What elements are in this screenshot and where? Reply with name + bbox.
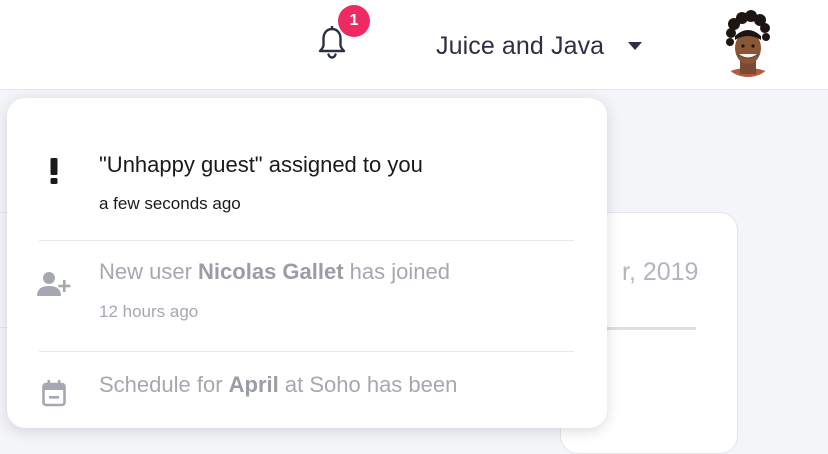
notification-title-prefix: Schedule for — [99, 372, 229, 397]
notification-item[interactable]: "Unhappy guest" assigned to you a few se… — [7, 98, 607, 240]
notification-title-prefix: New user — [99, 259, 199, 284]
calendar-icon — [37, 378, 71, 408]
top-navigation-bar: 1 Juice and Java — [0, 0, 828, 90]
notification-time: a few seconds ago — [99, 194, 241, 213]
user-avatar[interactable] — [718, 6, 778, 78]
background-divider — [600, 327, 696, 330]
notification-month: April — [228, 372, 279, 397]
user-plus-icon — [37, 269, 71, 299]
organization-name: Juice and Java — [436, 31, 605, 60]
organization-switcher[interactable]: Juice and Java — [436, 28, 643, 64]
notification-title-suffix: at Soho has been — [278, 372, 458, 397]
avatar-image — [719, 10, 777, 77]
notification-title-suffix: has joined — [343, 259, 450, 284]
notification-user-name: Nicolas Gallet — [198, 259, 344, 284]
notification-count-badge: 1 — [338, 5, 370, 37]
notification-item[interactable]: Schedule for April at Soho has been — [7, 352, 607, 432]
chevron-down-icon — [628, 42, 643, 50]
notification-time: 12 hours ago — [99, 302, 199, 321]
background-date-text: r, 2019 — [622, 258, 699, 286]
notification-title: "Unhappy guest" assigned to you — [99, 152, 423, 177]
notification-title: Schedule for April at Soho has been — [99, 372, 457, 398]
exclamation-icon — [37, 156, 71, 186]
notification-item[interactable]: New user Nicolas Gallet has joined 12 ho… — [7, 241, 607, 351]
notifications-dropdown: "Unhappy guest" assigned to you a few se… — [7, 98, 607, 428]
notification-title: New user Nicolas Gallet has joined — [99, 259, 450, 285]
